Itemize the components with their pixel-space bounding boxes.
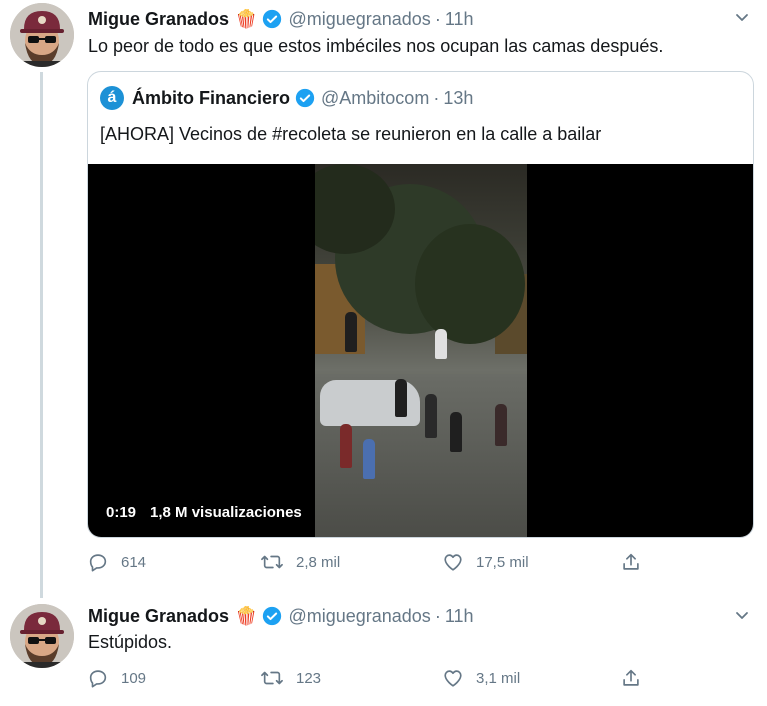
tweet-time[interactable]: 11h [445, 606, 474, 627]
retweet-button[interactable]: 123 [260, 667, 321, 689]
tweet[interactable]: Migue Granados 🍿 @miguegranados · 11h Lo… [0, 0, 767, 600]
video-info: 0:19 1,8 M visualizaciones [106, 504, 302, 521]
like-button[interactable]: 3,1 mil [442, 667, 520, 689]
like-count: 3,1 mil [476, 669, 521, 687]
quoted-tweet-time: 13h [443, 87, 474, 108]
popcorn-emoji: 🍿 [235, 605, 258, 626]
tweet-text: Estúpidos. [88, 632, 173, 652]
tweet-header: Migue Granados 🍿 @miguegranados · 11h [88, 604, 474, 628]
quoted-tweet-text: [AHORA] Vecinos de #recoleta se reuniero… [100, 124, 602, 144]
video-frame [315, 164, 527, 537]
tweet-actions: 109 123 3,1 mil [87, 667, 667, 693]
separator-dot: · [434, 605, 441, 626]
reply-count: 614 [121, 553, 147, 571]
tweet-text: Lo peor de todo es que estos imbéciles n… [88, 36, 664, 56]
thread-line [40, 72, 43, 598]
reply-button[interactable]: 109 [87, 667, 146, 689]
retweet-count: 123 [296, 669, 322, 687]
share-button[interactable] [620, 551, 654, 573]
heart-icon [444, 554, 462, 571]
avatar[interactable] [10, 604, 74, 668]
like-count: 17,5 mil [476, 553, 529, 571]
author-handle[interactable]: @miguegranados [288, 9, 430, 30]
author-name[interactable]: Migue Granados [88, 606, 229, 627]
verified-badge-icon [262, 606, 282, 626]
quoted-author-handle: @Ambitocom [321, 87, 430, 108]
quoted-author-name: Ámbito Financiero [132, 87, 291, 108]
avatar-image [10, 604, 74, 668]
tweet-actions: 614 2,8 mil 17,5 mil [87, 551, 667, 577]
avatar-image [10, 3, 74, 67]
separator-dot: · [433, 87, 440, 108]
video-views: 1,8 M visualizaciones [150, 504, 302, 521]
verified-badge-icon [262, 9, 282, 29]
video-duration: 0:19 [106, 504, 137, 521]
video-player[interactable]: 0:19 1,8 M visualizaciones [88, 164, 753, 537]
quoted-avatar: á [100, 86, 124, 110]
tweet-time[interactable]: 11h [445, 9, 474, 30]
share-button[interactable] [620, 667, 654, 689]
popcorn-emoji: 🍿 [235, 8, 258, 29]
avatar[interactable] [10, 3, 74, 67]
heart-icon [444, 670, 462, 687]
retweet-button[interactable]: 2,8 mil [260, 551, 340, 573]
author-handle[interactable]: @miguegranados [288, 606, 430, 627]
reply-icon [89, 670, 107, 688]
retweet-icon [261, 671, 283, 685]
chevron-down-icon[interactable] [731, 6, 753, 28]
quoted-tweet-header: á Ámbito Financiero @Ambitocom · 13h [100, 86, 473, 110]
reply-icon [89, 554, 107, 572]
tweet[interactable]: Migue Granados 🍿 @miguegranados · 11h Es… [0, 600, 767, 706]
retweet-count: 2,8 mil [296, 553, 341, 571]
quoted-tweet[interactable]: á Ámbito Financiero @Ambitocom · 13h [AH… [87, 71, 754, 538]
chevron-down-icon[interactable] [731, 604, 753, 626]
retweet-icon [261, 555, 283, 569]
reply-button[interactable]: 614 [87, 551, 146, 573]
reply-count: 109 [121, 669, 147, 687]
share-icon [623, 669, 639, 686]
like-button[interactable]: 17,5 mil [442, 551, 529, 573]
separator-dot: · [434, 8, 441, 29]
verified-badge-icon [295, 88, 315, 108]
author-name[interactable]: Migue Granados [88, 9, 229, 30]
share-icon [623, 553, 639, 570]
tweet-header: Migue Granados 🍿 @miguegranados · 11h [88, 7, 474, 31]
